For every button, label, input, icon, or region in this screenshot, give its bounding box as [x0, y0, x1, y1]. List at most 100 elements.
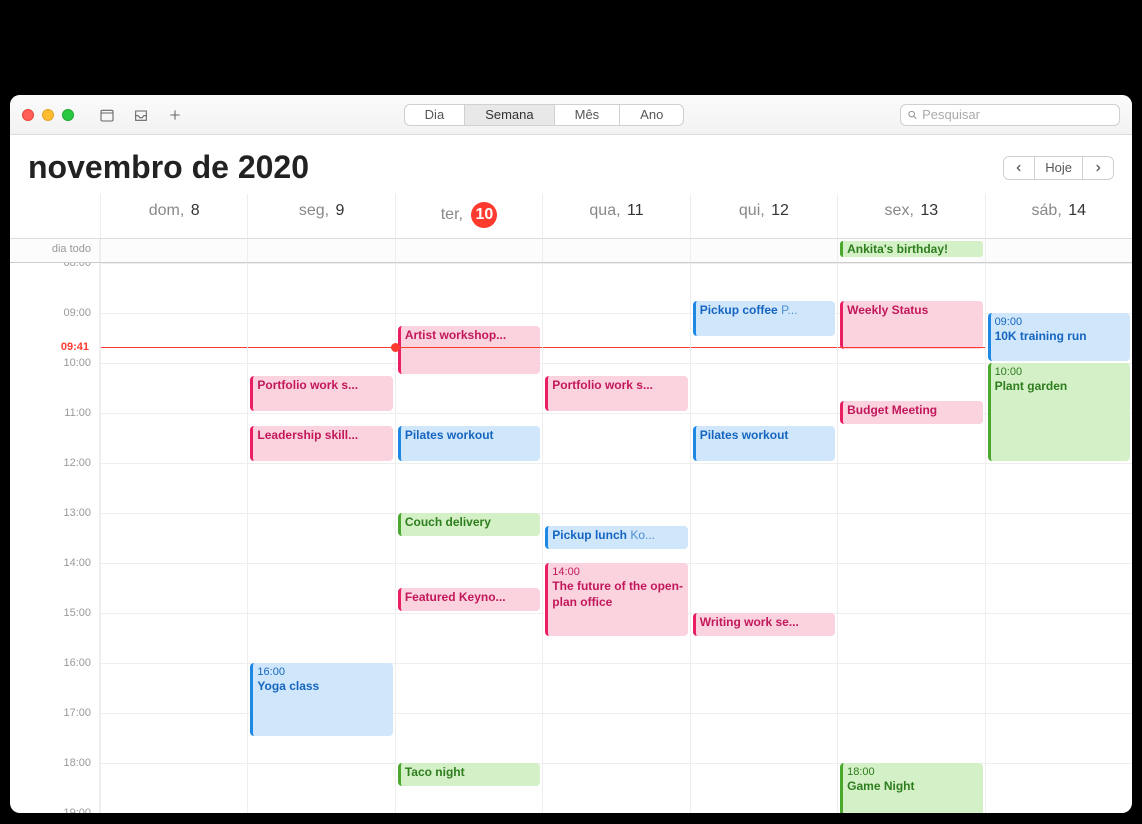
calendars-icon[interactable] [94, 104, 120, 126]
day-number: 11 [627, 202, 644, 219]
now-time-label: 09:41 [59, 341, 91, 353]
hour-label: 10:00 [63, 357, 91, 369]
hour-label: 19:00 [63, 807, 91, 813]
event-title: The future of the open-plan office [552, 579, 683, 609]
day-col-thu[interactable]: Pickup coffee P... Pilates workout Writing… [690, 263, 837, 813]
time-gutter: 08:0009:0010:0011:0012:0013:0014:0015:00… [10, 263, 100, 813]
allday-fri[interactable]: Ankita's birthday! [837, 239, 984, 262]
calendar-event[interactable]: Taco night [398, 763, 540, 786]
day-number: 12 [771, 202, 789, 219]
day-header[interactable]: qui, 12 [690, 194, 837, 238]
event-title: Writing work se... [700, 615, 799, 629]
event-time: 18:00 [847, 765, 978, 779]
event-title: Couch delivery [405, 515, 491, 529]
today-button[interactable]: Hoje [1034, 157, 1083, 179]
event-title: Pilates workout [405, 428, 494, 442]
day-label: qui, [739, 202, 765, 219]
tab-day[interactable]: Dia [405, 105, 466, 125]
zoom-window-icon[interactable] [62, 109, 74, 121]
calendar-event[interactable]: Pilates workout [398, 426, 540, 462]
day-header[interactable]: sex, 13 [837, 194, 984, 238]
calendar-event[interactable]: Featured Keyno... [398, 588, 540, 611]
event-title: Plant garden [995, 379, 1068, 393]
day-label: sex, [885, 202, 914, 219]
window-controls [22, 109, 74, 121]
calendar-event[interactable]: 09:0010K training run [988, 313, 1130, 361]
day-col-fri[interactable]: Weekly Status Budget Meeting 18:00Game Nig… [837, 263, 984, 813]
calendar-event[interactable]: Portfolio work s... [250, 376, 392, 412]
calendar-event[interactable]: Writing work se... [693, 613, 835, 636]
allday-tue[interactable] [395, 239, 542, 262]
day-header[interactable]: ter, 10 [395, 194, 542, 238]
allday-wed[interactable] [542, 239, 689, 262]
hour-label: 17:00 [63, 707, 91, 719]
day-header[interactable]: seg, 9 [247, 194, 394, 238]
calendar-event[interactable]: Artist workshop... [398, 326, 540, 374]
calendar-event[interactable]: Budget Meeting [840, 401, 982, 424]
calendar-event[interactable]: Pickup coffee P... [693, 301, 835, 337]
day-col-sat[interactable]: 09:0010K training run10:00Plant garden [985, 263, 1132, 813]
calendar-event[interactable]: Leadership skill... [250, 426, 392, 462]
calendar-event[interactable]: Portfolio work s... [545, 376, 687, 412]
event-time: 10:00 [995, 365, 1126, 379]
search-field[interactable] [900, 104, 1120, 126]
inbox-icon[interactable] [128, 104, 154, 126]
day-header[interactable]: dom, 8 [100, 194, 247, 238]
hour-label: 15:00 [63, 607, 91, 619]
calendar-window: Dia Semana Mês Ano novembro de 2020 Hoje… [10, 95, 1132, 813]
add-event-icon[interactable] [162, 104, 188, 126]
day-col-tue[interactable]: Artist workshop... Pilates workout Couch d… [395, 263, 542, 813]
day-header[interactable]: sáb, 14 [985, 194, 1132, 238]
hour-label: 13:00 [63, 507, 91, 519]
calendar-event[interactable]: 10:00Plant garden [988, 363, 1130, 461]
week-grid[interactable]: 08:0009:0010:0011:0012:0013:0014:0015:00… [10, 263, 1132, 813]
allday-label: dia todo [10, 239, 100, 262]
next-week-button[interactable] [1083, 157, 1113, 179]
event-title: Portfolio work s... [257, 378, 358, 392]
minimize-window-icon[interactable] [42, 109, 54, 121]
allday-mon[interactable] [247, 239, 394, 262]
calendar-event[interactable]: Couch delivery [398, 513, 540, 536]
event-time: 14:00 [552, 565, 683, 579]
day-col-mon[interactable]: Portfolio work s... Leadership skill... 16… [247, 263, 394, 813]
day-label: ter, [441, 206, 463, 223]
allday-sat[interactable] [985, 239, 1132, 262]
event-location: Ko... [630, 528, 655, 542]
calendar-event[interactable]: Weekly Status [840, 301, 982, 349]
toolbar: Dia Semana Mês Ano [10, 95, 1132, 135]
event-title: Yoga class [257, 679, 319, 693]
day-header[interactable]: qua, 11 [542, 194, 689, 238]
allday-row: dia todo Ankita's birthday! [10, 239, 1132, 263]
search-input[interactable] [922, 107, 1113, 122]
day-col-sun[interactable] [100, 263, 247, 813]
day-number: 10 [471, 202, 497, 228]
event-time: 16:00 [257, 665, 388, 679]
allday-sun[interactable] [100, 239, 247, 262]
event-title: Pickup coffee [700, 303, 778, 317]
event-title: Taco night [405, 765, 465, 779]
calendar-event[interactable]: 14:00The future of the open-plan office [545, 563, 687, 636]
event-title: Pickup lunch [552, 528, 627, 542]
day-header-row: dom, 8seg, 9ter, 10qua, 11qui, 12sex, 13… [10, 194, 1132, 239]
event-title: Artist workshop... [405, 328, 506, 342]
search-icon [907, 109, 918, 121]
month-title: novembro de 2020 [28, 149, 309, 186]
tab-month[interactable]: Mês [555, 105, 621, 125]
calendar-event[interactable]: 18:00Game Night [840, 763, 982, 813]
allday-event[interactable]: Ankita's birthday! [840, 241, 982, 257]
tab-year[interactable]: Ano [620, 105, 683, 125]
prev-week-button[interactable] [1004, 157, 1034, 179]
allday-thu[interactable] [690, 239, 837, 262]
event-title: Portfolio work s... [552, 378, 653, 392]
event-title: Game Night [847, 779, 914, 793]
calendar-event[interactable]: 16:00Yoga class [250, 663, 392, 736]
calendar-event[interactable]: Pilates workout [693, 426, 835, 462]
tab-week[interactable]: Semana [465, 105, 554, 125]
event-title: Featured Keyno... [405, 590, 506, 604]
event-title: Pilates workout [700, 428, 789, 442]
close-window-icon[interactable] [22, 109, 34, 121]
day-col-wed[interactable]: Portfolio work s... Pickup lunch Ko... 14:… [542, 263, 689, 813]
hour-label: 08:00 [63, 263, 91, 269]
calendar-event[interactable]: Pickup lunch Ko... [545, 526, 687, 549]
day-label: dom, [149, 202, 185, 219]
